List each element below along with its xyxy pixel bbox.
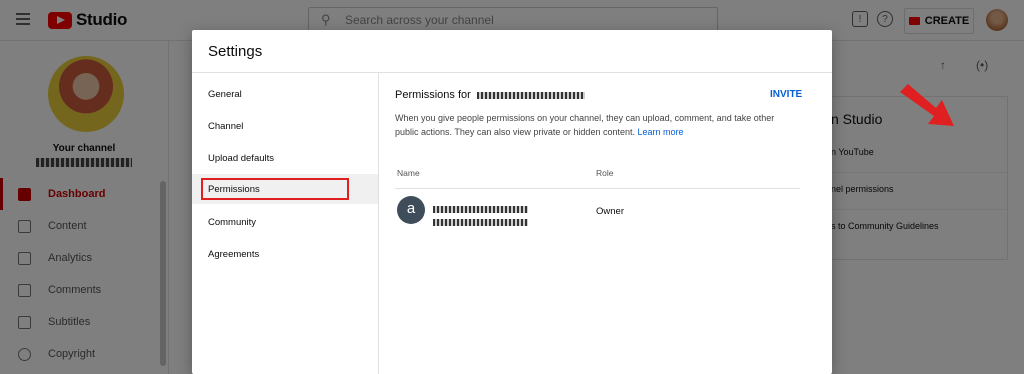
invite-button[interactable]: INVITE <box>770 89 802 100</box>
settings-dialog: Settings General Channel Upload defaults… <box>192 30 954 374</box>
menu-item-agreements[interactable]: Agreements <box>192 239 378 269</box>
permissions-description: When you give people permissions on your… <box>395 111 800 139</box>
permissions-highlight-box <box>201 178 349 200</box>
menu-item-channel[interactable]: Channel <box>192 111 378 141</box>
user-avatar: a <box>397 196 425 224</box>
annotation-arrow-icon <box>900 84 954 126</box>
settings-menu: General Channel Upload defaults Permissi… <box>192 73 379 374</box>
description-text: When you give people permissions on your… <box>395 113 775 137</box>
learn-more-link[interactable]: Learn more <box>638 127 684 137</box>
user-email-redacted <box>433 214 528 232</box>
permissions-heading: Permissions for <box>395 89 585 101</box>
menu-item-upload-defaults[interactable]: Upload defaults <box>192 143 378 173</box>
menu-item-community[interactable]: Community <box>192 207 378 237</box>
column-header-role: Role <box>596 168 614 178</box>
menu-item-general[interactable]: General <box>192 79 378 109</box>
dialog-title: Settings <box>208 43 263 60</box>
column-header-name: Name <box>397 168 420 178</box>
permissions-heading-text: Permissions for <box>395 89 471 101</box>
user-role: Owner <box>596 206 624 217</box>
channel-name-redacted <box>476 91 585 99</box>
